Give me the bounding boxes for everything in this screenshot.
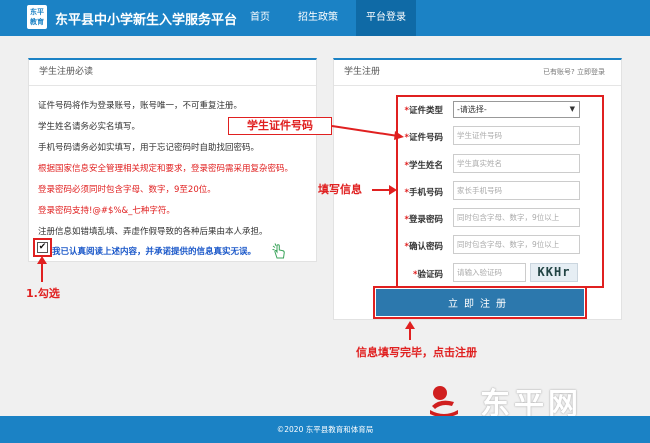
notice-line: 登录密码支持!@#$%&_七种字符。 [38,206,175,216]
submit-annotation: 信息填写完毕，点击注册 [356,346,477,359]
nav-platform-login[interactable]: 平台登录 [356,0,416,36]
check-annotation: 1.勾选 [26,287,60,300]
login-hint: 已有账号? 立即登录 [543,60,605,84]
register-title-text: 学生注册 [344,67,381,77]
nav-home[interactable]: 首页 [240,0,280,36]
login-link[interactable]: 立即登录 [577,68,605,76]
site-logo[interactable]: 东平教育 [27,5,47,29]
main-nav: 首页 招生政策 平台登录 [240,0,424,36]
id-number-callout: 学生证件号码 [228,117,332,135]
form-highlight-box [396,95,604,288]
notice-panel: 学生注册必读 证件号码将作为登录账号，账号唯一，不可重复注册。 学生姓名请务必实… [28,58,317,262]
notice-line: 证件号码将作为登录账号，账号唯一，不可重复注册。 [38,101,243,111]
submit-highlight-box [373,286,587,319]
agree-text: 我已认真阅读上述内容，并承诺提供的信息真实无误。 [52,247,257,257]
notice-title: 学生注册必读 [29,60,316,86]
notice-line: 登录密码必须同时包含字母、数字，9至20位。 [38,185,216,195]
fill-info-annotation: 填写信息 [318,183,362,196]
notice-line: 手机号码请务必如实填写，用于忘记密码时自助找回密码。 [38,143,260,153]
notice-line: 注册信息如错填乱填、弄虚作假导致的各种后果由本人承担。 [38,227,268,237]
notice-line: 根据国家信息安全管理相关规定和要求，登录密码需采用复杂密码。 [38,164,294,174]
site-title: 东平县中小学新生入学服务平台 [55,13,238,28]
checkbox-highlight-box [33,238,52,257]
pointer-hand-icon [272,243,285,259]
notice-line: 学生姓名请务必实名填写。 [38,122,141,132]
top-header: 东平教育 东平县中小学新生入学服务平台 首页 招生政策 平台登录 [0,0,650,36]
register-title: 学生注册 已有账号? 立即登录 [334,60,621,86]
nav-enrollment-policy[interactable]: 招生政策 [288,0,348,36]
has-account-text: 已有账号? [543,68,575,76]
footer-copyright: ©2020 东平县教育和体育局 [0,416,650,443]
